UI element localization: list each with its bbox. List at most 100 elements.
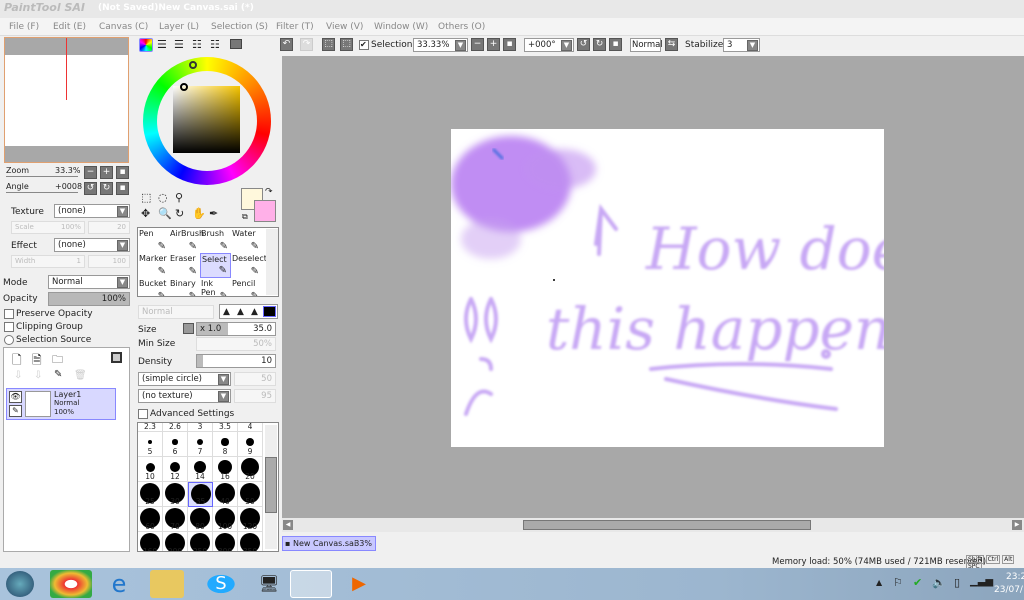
brush-size-200[interactable]: 200 [163,532,188,551]
tool-grid-scrollbar[interactable] [266,229,278,295]
scrollbar-thumb[interactable] [523,520,811,530]
brush-size-2.6[interactable]: 2.6 [163,423,188,432]
toolbar-zoom-out-button[interactable]: − [471,38,484,51]
tool-select[interactable]: Select ✎ [200,253,231,278]
rotate-left-button[interactable]: ↺ [84,182,97,195]
ie-taskbar-icon[interactable]: e [98,570,140,598]
user-material-tab-icon[interactable] [230,39,242,49]
advanced-settings-checkbox[interactable] [138,409,148,419]
toolbar-zoom-reset-button[interactable]: ▪ [503,38,516,51]
color-wheel[interactable] [143,57,271,185]
selection-source-radio[interactable] [4,335,14,345]
tool-deselect[interactable]: Deselect ✎ [231,253,267,278]
toolbar-rotate-left-button[interactable]: ↺ [577,38,590,51]
deselect-button[interactable]: ⬚ [322,38,335,51]
brush-size-8[interactable]: 8 [213,432,238,457]
brush-size-160[interactable]: 160 [138,532,163,551]
angle-select[interactable]: +000° ▼ [524,38,574,52]
invert-selection-button[interactable]: ⬚ [340,38,353,51]
visibility-eye-icon[interactable]: 👁 [9,391,22,403]
brush-size-250[interactable]: 250 [188,532,213,551]
swatches-tab-icon[interactable]: ☷ [192,38,202,51]
tool-ink-pen[interactable]: Ink Pen ✎ [200,278,231,296]
opacity-slider[interactable]: 100% [48,292,130,306]
hue-marker[interactable] [189,61,197,69]
hsv-slider-tab-icon[interactable]: ☰ [174,38,184,51]
tool-water[interactable]: Water ✎ [231,228,262,253]
volume-icon[interactable]: 🔈 [932,576,946,589]
color-wheel-tab-icon[interactable] [139,38,153,52]
rotate-right-button[interactable]: ↻ [100,182,113,195]
brush-size-120[interactable]: 120 [238,507,263,532]
saturation-value-square[interactable] [173,86,240,153]
toolbar-rotate-reset-button[interactable]: ▪ [609,38,622,51]
tool-binary[interactable]: Binary ✎ [169,278,200,296]
zoom-in-button[interactable]: + [100,166,113,179]
network-signal-icon[interactable]: ▁▃▅ [970,576,993,587]
menu-filter[interactable]: Filter (T) [276,22,314,32]
tool-airbrush[interactable]: AirBrush ✎ [169,228,204,253]
brush-lock-icon[interactable]: ✎ [9,405,22,417]
brush-size-100[interactable]: 100 [213,507,238,532]
brush-size-70[interactable]: 70 [163,507,188,532]
rotate-reset-button[interactable]: ▪ [116,182,129,195]
angle-value[interactable]: +0008 [55,182,82,191]
brush-size-3[interactable]: 3 [188,423,213,432]
clock-time[interactable]: 23:2 [1006,572,1024,582]
start-button[interactable] [6,571,34,597]
zoom-out-button[interactable]: − [84,166,97,179]
clipping-group-checkbox[interactable] [4,322,14,332]
new-vector-layer-icon[interactable]: 🗎 [32,351,42,372]
flip-horizontal-button[interactable]: ⇆ [665,38,678,51]
brush-size-5[interactable]: 5 [138,432,163,457]
brush-size-16[interactable]: 16 [213,457,238,482]
menu-file[interactable]: File (F) [9,22,39,32]
menu-layer[interactable]: Layer (L) [159,22,199,32]
brush-size-2.3[interactable]: 2.3 [138,423,163,432]
tool-pencil[interactable]: Pencil ✎ [231,278,262,296]
magic-wand-icon[interactable]: ⚲ [175,191,183,204]
edge-hard-icon[interactable]: ▲ [251,307,258,317]
new-layer-icon[interactable]: 🗋 [12,351,22,372]
brush-size-350[interactable]: 350 [238,532,263,551]
tool-pen[interactable]: Pen ✎ [138,228,169,253]
sync-icon[interactable]: ✔ [913,576,922,589]
eyedropper-icon[interactable]: ✒ [209,207,218,220]
brush-size-80[interactable]: 80 [188,507,213,532]
menu-canvas[interactable]: Canvas (C) [99,22,148,32]
move-icon[interactable]: ✥ [141,207,150,220]
zoom-slider[interactable] [6,176,78,177]
action-center-flag-icon[interactable]: ⚐ [893,576,903,589]
angle-slider[interactable] [6,192,78,193]
clear-layer-icon[interactable]: ✎ [54,369,62,380]
brush-texture-select[interactable]: (no texture) ▼ [138,389,231,403]
rotate-tool-icon[interactable]: ↻ [175,207,184,220]
network-app-taskbar-icon[interactable]: 🖥 [248,570,290,598]
rect-select-icon[interactable]: ⬚ [141,191,151,204]
brush-size-9[interactable]: 9 [238,432,263,457]
brush-size-30[interactable]: 30 [163,482,188,507]
brush-size-35[interactable]: 35 [188,482,213,507]
menu-selection[interactable]: Selection (S) [211,22,268,32]
size-slider[interactable]: x 1.0 35.0 [196,322,276,336]
explorer-taskbar-icon[interactable] [150,570,184,598]
color-picker-marker[interactable] [180,83,188,91]
size-multiplier-button[interactable] [183,323,194,334]
battery-icon[interactable]: ▯ [954,576,960,589]
layer-mask-icon[interactable] [111,352,122,363]
sai-taskbar-icon[interactable] [290,570,332,598]
view-mode-select[interactable]: Normal [630,38,663,52]
media-player-taskbar-icon[interactable]: ▶ [338,570,380,598]
toolbar-rotate-right-button[interactable]: ↻ [593,38,606,51]
toolbar-zoom-in-button[interactable]: + [487,38,500,51]
rgb-slider-tab-icon[interactable]: ☰ [157,38,167,51]
show-hidden-icons[interactable]: ▲ [876,578,882,587]
brush-size-3.5[interactable]: 3.5 [213,423,238,432]
transparent-color-icon[interactable]: ⧉ [242,212,248,222]
effect-select[interactable]: (none) ▼ [54,238,130,252]
texture-select[interactable]: (none) ▼ [54,204,130,218]
brush-size-scrollbar[interactable] [265,425,277,549]
brush-size-60[interactable]: 60 [138,507,163,532]
blend-mode-select[interactable]: Normal ▼ [48,275,130,289]
brush-size-40[interactable]: 40 [213,482,238,507]
